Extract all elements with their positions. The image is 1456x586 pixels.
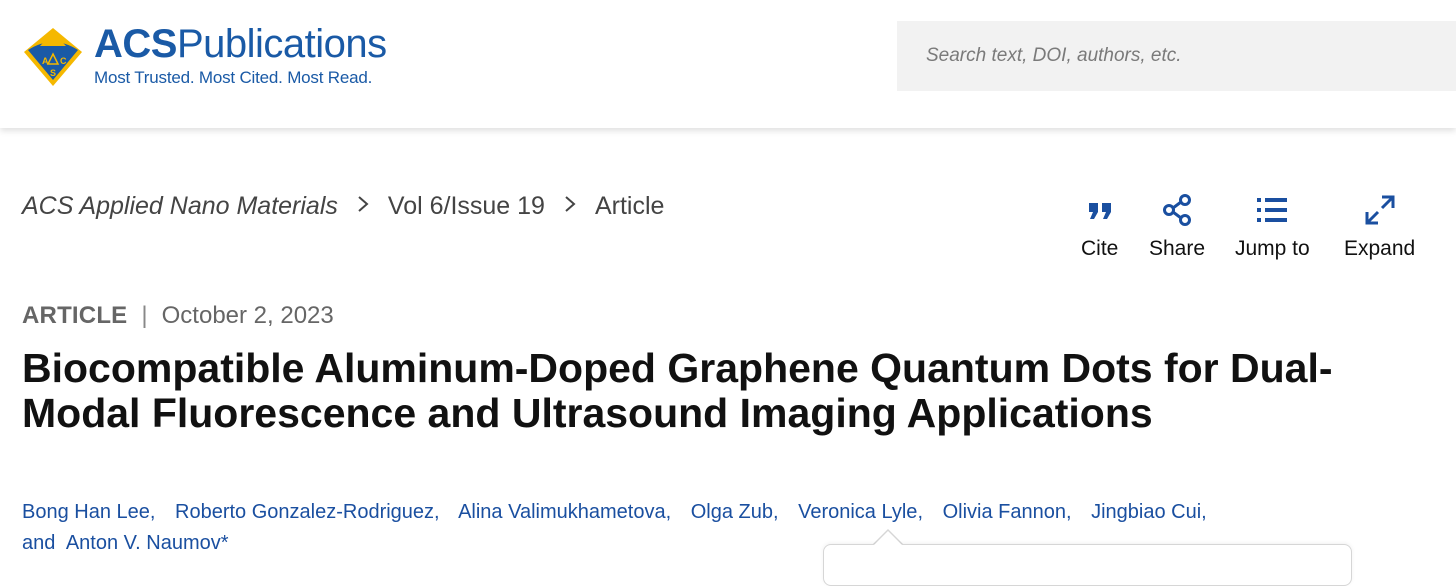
logo-tagline: Most Trusted. Most Cited. Most Read. [94,68,373,87]
author-separator: , [917,501,923,523]
meta-divider: | [141,302,148,329]
svg-text:A: A [42,56,49,66]
author-link[interactable]: Bong Han Lee [22,501,150,523]
jump-to-label: Jump to [1235,237,1310,260]
share-label: Share [1149,237,1206,260]
expand-icon [1365,195,1395,225]
author-separator: , [665,501,672,523]
article-meta: ARTICLE | October 2, 2023 [22,302,334,330]
author-link[interactable]: Alina Valimukhametova [458,501,666,523]
site-header: A C S ACSPublications Most Trusted. Most… [0,0,1456,128]
expand-button[interactable]: Expand [1344,193,1415,261]
svg-text:C: C [60,56,67,66]
search-input[interactable] [897,21,1456,91]
author-and: and [22,532,56,554]
author-separator: , [149,501,156,523]
acs-logo[interactable]: A C S ACSPublications Most Trusted. Most… [20,24,387,90]
publication-date: October 2, 2023 [161,302,334,329]
share-icon [1163,194,1192,226]
author-popover [823,544,1352,586]
cite-button[interactable]: Cite [1081,193,1118,261]
quote-icon [1088,203,1111,219]
logo-acs: ACS [94,22,177,66]
list-icon [1257,198,1288,222]
author-link[interactable]: Roberto Gonzalez-Rodriguez [175,501,434,523]
acs-emblem-icon: A C S [24,28,82,86]
author-link[interactable]: Olga Zub [691,501,773,523]
share-button[interactable]: Share [1149,193,1205,261]
logo-text: ACSPublications Most Trusted. Most Cited… [94,24,387,88]
article-title: Biocompatible Aluminum-Doped Graphene Qu… [22,345,1333,436]
author-separator: , [772,501,779,523]
article-tools: Cite Share Jump to Expand [0,193,1456,273]
jump-to-button[interactable]: Jump to [1235,193,1310,261]
author-separator: , [1201,501,1207,523]
article-type: ARTICLE [22,302,128,329]
svg-text:S: S [50,68,56,78]
author-link[interactable]: Olivia Fannon [943,501,1066,523]
author-link-last[interactable]: Anton V. Naumov* [66,532,229,554]
expand-label: Expand [1344,237,1416,260]
cite-label: Cite [1081,237,1119,260]
logo-title: ACSPublications [94,24,387,64]
author-popover-arrow-fill [874,531,902,545]
logo-publications: Publications [176,22,387,66]
author-separator: , [434,501,440,523]
author-link[interactable]: Veronica Lyle [798,501,917,523]
author-separator: , [1065,501,1072,523]
author-link[interactable]: Jingbiao Cui [1091,501,1201,523]
